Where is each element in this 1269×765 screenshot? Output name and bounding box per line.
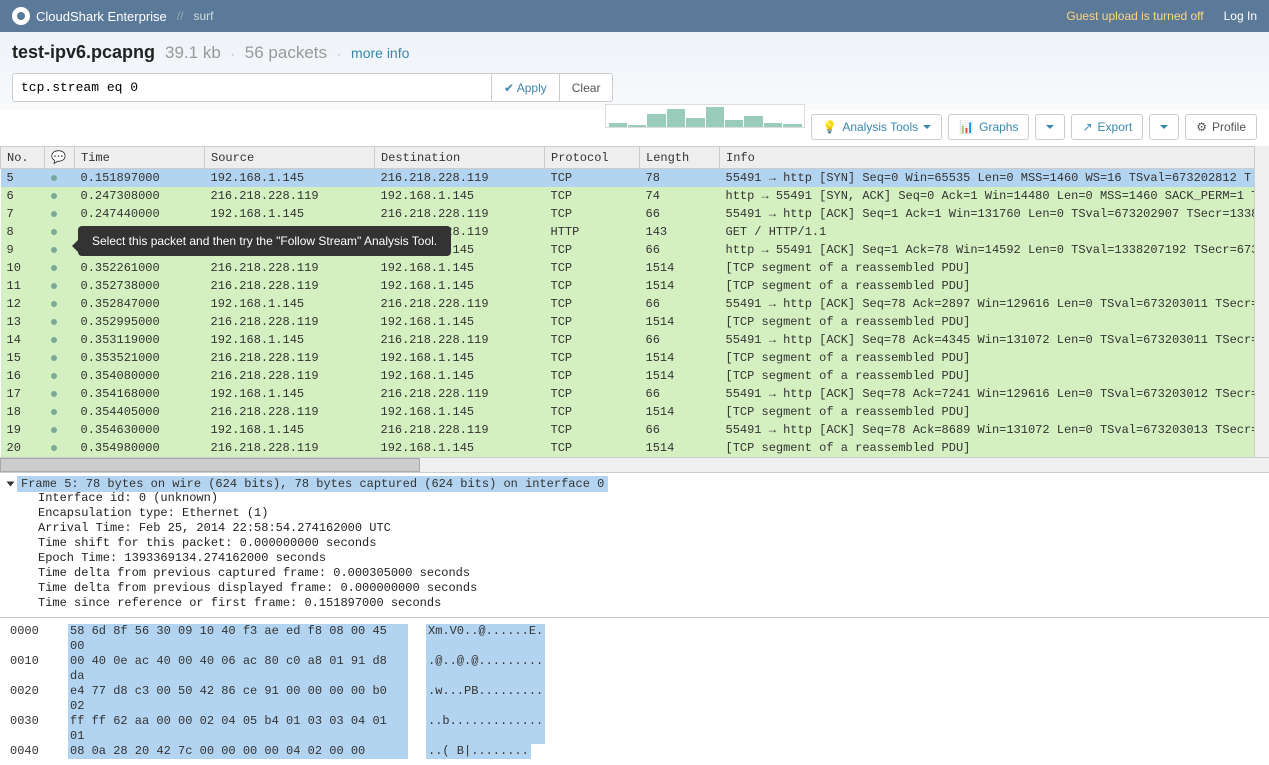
marker-icon [51,427,57,433]
login-link[interactable]: Log In [1224,9,1257,23]
marker-icon [51,247,57,253]
marker-icon [51,409,57,415]
caret-down-icon [923,125,931,129]
table-row[interactable]: 170.354168000192.168.1.145216.218.228.11… [1,385,1269,403]
packet-count: 56 packets [245,43,327,63]
apply-button[interactable]: ✔ Apply [492,73,560,102]
detail-line[interactable]: Time since reference or first frame: 0.1… [38,596,1261,611]
col-length[interactable]: Length [640,147,720,169]
more-info-link[interactable]: more info [351,45,409,61]
detail-line[interactable]: Encapsulation type: Ethernet (1) [38,506,1261,521]
marker-icon [51,337,57,343]
marker-icon [51,211,57,217]
logo-icon [12,7,30,25]
table-row[interactable]: 140.353119000192.168.1.145216.218.228.11… [1,331,1269,349]
table-row[interactable]: 100.352261000216.218.228.119192.168.1.14… [1,259,1269,277]
col-dest[interactable]: Destination [375,147,545,169]
horizontal-scrollbar[interactable] [0,457,1269,473]
export-dropdown[interactable] [1149,114,1179,140]
caret-down-icon [1160,125,1168,129]
traffic-sparkline[interactable] [605,104,805,128]
table-row[interactable]: 110.352738000216.218.228.119192.168.1.14… [1,277,1269,295]
col-source[interactable]: Source [205,147,375,169]
marker-icon [51,175,57,181]
table-row[interactable]: 200.354980000216.218.228.119192.168.1.14… [1,439,1269,457]
hex-row[interactable]: 001000 40 0e ac 40 00 40 06 ac 80 c0 a8 … [10,654,1259,684]
table-row[interactable]: 180.354405000216.218.228.119192.168.1.14… [1,403,1269,421]
table-row[interactable]: 50.151897000192.168.1.145216.218.228.119… [1,169,1269,188]
marker-icon [51,193,57,199]
col-protocol[interactable]: Protocol [545,147,640,169]
marker-icon [51,283,57,289]
marker-icon [51,301,57,307]
col-info[interactable]: Info [720,147,1269,169]
expand-icon[interactable] [7,481,15,486]
marker-icon [51,445,57,451]
graphs-button[interactable]: 📊 Graphs [948,114,1029,140]
marker-icon [51,229,57,235]
profile-button[interactable]: ⚙ Profile [1185,114,1257,140]
analysis-tools-button[interactable]: 💡 Analysis Tools [811,114,942,140]
detail-line[interactable]: Interface id: 0 (unknown) [38,491,1261,506]
detail-line[interactable]: Time delta from previous displayed frame… [38,581,1261,596]
export-button[interactable]: ↗ Export [1071,114,1143,140]
clear-button[interactable]: Clear [560,73,614,102]
toolbar: 💡 Analysis Tools 📊 Graphs ↗ Export ⚙ Pro… [0,110,1269,146]
packet-table: No. 💬 Time Source Destination Protocol L… [0,146,1269,457]
filesize: 39.1 kb [165,43,221,63]
follow-stream-tooltip: Select this packet and then try the "Fol… [78,226,451,256]
marker-icon [51,265,57,271]
caret-down-icon [1046,125,1054,129]
marker-icon [51,355,57,361]
filter-input[interactable] [12,73,492,102]
detail-line[interactable]: Time delta from previous captured frame:… [38,566,1261,581]
table-row[interactable]: 160.354080000216.218.228.119192.168.1.14… [1,367,1269,385]
table-header: No. 💬 Time Source Destination Protocol L… [1,147,1269,169]
hex-row[interactable]: 004008 0a 28 20 42 7c 00 00 00 00 04 02 … [10,744,1259,759]
hex-row[interactable]: 0030ff ff 62 aa 00 00 02 04 05 b4 01 03 … [10,714,1259,744]
brand-sub[interactable]: surf [193,9,213,23]
table-row[interactable]: 130.352995000216.218.228.119192.168.1.14… [1,313,1269,331]
brand-name: CloudShark Enterprise [36,9,167,24]
file-header: test-ipv6.pcapng 39.1 kb · 56 packets · … [12,42,1257,73]
col-no[interactable]: No. [1,147,45,169]
frame-header[interactable]: Frame 5: 78 bytes on wire (624 bits), 78… [17,476,608,492]
marker-icon [51,319,57,325]
detail-line[interactable]: Epoch Time: 1393369134.274162000 seconds [38,551,1261,566]
topbar: CloudShark Enterprise // surf Guest uplo… [0,0,1269,32]
graphs-dropdown[interactable] [1035,114,1065,140]
col-time[interactable]: Time [75,147,205,169]
table-row[interactable]: 190.354630000192.168.1.145216.218.228.11… [1,421,1269,439]
filename: test-ipv6.pcapng [12,42,155,63]
table-row[interactable]: 120.352847000192.168.1.145216.218.228.11… [1,295,1269,313]
table-row[interactable]: 60.247308000216.218.228.119192.168.1.145… [1,187,1269,205]
vertical-scrollbar[interactable] [1254,146,1269,457]
detail-line[interactable]: Time shift for this packet: 0.000000000 … [38,536,1261,551]
marker-icon [51,373,57,379]
marker-icon [51,391,57,397]
upload-status: Guest upload is turned off [1066,9,1203,23]
packet-detail-pane: Frame 5: 78 bytes on wire (624 bits), 78… [0,473,1269,618]
table-row[interactable]: 150.353521000216.218.228.119192.168.1.14… [1,349,1269,367]
col-comment[interactable]: 💬 [45,147,75,169]
hex-row[interactable]: 000058 6d 8f 56 30 09 10 40 f3 ae ed f8 … [10,624,1259,654]
detail-line[interactable]: Arrival Time: Feb 25, 2014 22:58:54.2741… [38,521,1261,536]
table-row[interactable]: 70.247440000192.168.1.145216.218.228.119… [1,205,1269,223]
hex-row[interactable]: 0020e4 77 d8 c3 00 50 42 86 ce 91 00 00 … [10,684,1259,714]
hex-pane: 000058 6d 8f 56 30 09 10 40 f3 ae ed f8 … [0,618,1269,765]
